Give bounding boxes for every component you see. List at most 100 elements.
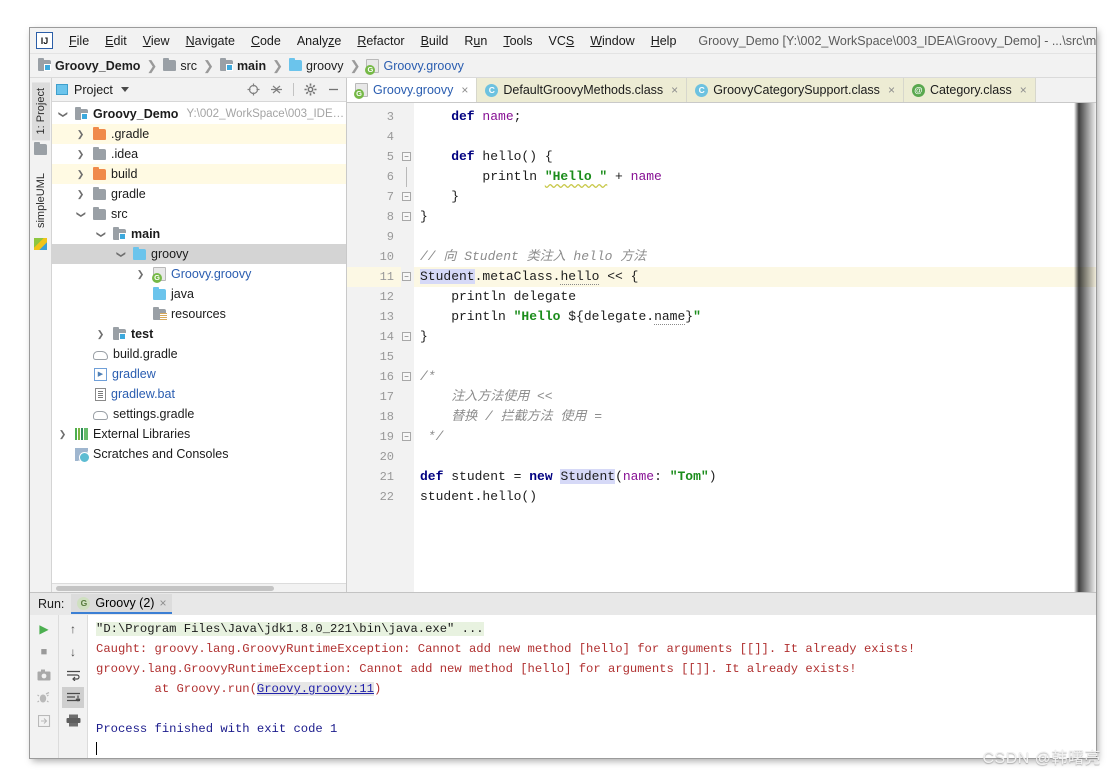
console-caret-line — [96, 739, 1096, 758]
fold-marker[interactable]: − — [401, 267, 414, 287]
tree-row-scratches[interactable]: Scratches and Consoles — [52, 444, 346, 464]
run-console-output[interactable]: "D:\Program Files\Java\jdk1.8.0_221\bin\… — [88, 615, 1096, 758]
tree-row-build[interactable]: build — [52, 164, 346, 184]
locate-icon[interactable] — [245, 81, 262, 98]
menu-item-window[interactable]: Window — [582, 31, 642, 51]
tree-row-dot-gradle[interactable]: .gradle — [52, 124, 346, 144]
fold-marker[interactable]: − — [401, 207, 414, 227]
fold-marker[interactable]: − — [401, 187, 414, 207]
fold-marker[interactable]: − — [401, 427, 414, 447]
code-line: 替换 / 拦截方法 使用 = — [420, 409, 603, 424]
menu-item-file[interactable]: File — [61, 31, 97, 51]
menu-item-vcs[interactable]: VCS — [541, 31, 583, 51]
editor-fold-column[interactable]: − − − − − − − — [401, 103, 414, 592]
groovy-file-icon — [354, 83, 368, 99]
project-tree[interactable]: Groovy_Demo Y:\002_WorkSpace\003_IDE… .g… — [52, 102, 346, 583]
tree-row-groovy-demo[interactable]: Groovy_Demo Y:\002_WorkSpace\003_IDE… — [52, 104, 346, 124]
tree-row-resources[interactable]: resources — [52, 304, 346, 324]
chevron-right-icon[interactable] — [56, 429, 69, 440]
chevron-down-icon[interactable] — [114, 249, 127, 260]
hide-panel-icon[interactable] — [325, 81, 342, 98]
console-stack-link[interactable]: Groovy.groovy:11 — [256, 682, 374, 696]
menu-item-help[interactable]: Help — [643, 31, 685, 51]
tree-row-src[interactable]: src — [52, 204, 346, 224]
tree-label: build.gradle — [113, 347, 178, 361]
fold-marker[interactable]: − — [401, 147, 414, 167]
folder-gray-icon — [93, 206, 106, 220]
menu-item-edit[interactable]: Edit — [97, 31, 135, 51]
fold-marker[interactable]: − — [401, 327, 414, 347]
tree-row-gradle[interactable]: gradle — [52, 184, 346, 204]
chevron-down-icon[interactable] — [74, 209, 87, 220]
editor-tab-category[interactable]: @ Category.class × — [903, 78, 1036, 102]
tree-row-settings-gradle[interactable]: settings.gradle — [52, 404, 346, 424]
tree-row-main[interactable]: main — [52, 224, 346, 244]
editor-tab-groovy-groovy[interactable]: Groovy.groovy × — [347, 78, 478, 102]
breadcrumb-item-groovy[interactable]: groovy — [289, 58, 344, 73]
menu-item-navigate[interactable]: Navigate — [178, 31, 243, 51]
editor-code-content[interactable]: def name; def hello() { println "Hello "… — [414, 103, 1096, 592]
code-line: def name; — [420, 109, 522, 124]
close-icon[interactable]: × — [1020, 83, 1027, 97]
tree-row-java[interactable]: java — [52, 284, 346, 304]
tree-row-external-libraries[interactable]: External Libraries — [52, 424, 346, 444]
editor-tab-groovycategorysupport[interactable]: C GroovyCategorySupport.class × — [687, 78, 904, 102]
menu-item-view[interactable]: View — [135, 31, 178, 51]
tree-row-groovy-file[interactable]: Groovy.groovy — [52, 264, 346, 284]
chevron-right-icon[interactable] — [94, 329, 107, 340]
chevron-right-icon[interactable] — [74, 169, 87, 180]
breadcrumb-separator: ❯ — [203, 57, 214, 73]
tree-row-groovy[interactable]: groovy — [52, 244, 346, 264]
tree-row-gradlew[interactable]: gradlew — [52, 364, 346, 384]
close-icon[interactable]: × — [888, 83, 895, 97]
code-editor[interactable]: 3 4 5 6 7 8 9 10 11 12 13 14 15 16 17 18… — [347, 103, 1096, 592]
chevron-right-icon[interactable] — [74, 189, 87, 200]
print-icon[interactable] — [62, 710, 84, 731]
groovy-file-icon — [365, 58, 380, 75]
menu-item-tools[interactable]: Tools — [495, 31, 540, 51]
run-tab-groovy[interactable]: G Groovy (2) × — [71, 594, 173, 614]
menu-item-build[interactable]: Build — [413, 31, 457, 51]
editor-tab-defaultgroovymethods[interactable]: C DefaultGroovyMethods.class × — [477, 78, 688, 102]
settings-gear-icon[interactable] — [302, 81, 319, 98]
tree-row-test[interactable]: test — [52, 324, 346, 344]
menu-item-run[interactable]: Run — [456, 31, 495, 51]
scroll-to-end-icon[interactable] — [62, 687, 84, 708]
chevron-right-icon[interactable] — [74, 129, 87, 140]
tree-row-gradlew-bat[interactable]: gradlew.bat — [52, 384, 346, 404]
tool-window-tab-project[interactable]: 1: Project — [31, 82, 50, 141]
chevron-right-icon[interactable] — [134, 269, 147, 280]
rerun-icon[interactable]: ▶ — [33, 618, 55, 639]
close-icon[interactable]: × — [671, 83, 678, 97]
close-icon[interactable]: × — [159, 596, 166, 610]
tool-window-tab-simpleuml[interactable]: simpleUML — [32, 167, 50, 234]
up-arrow-icon[interactable]: ↑ — [62, 618, 84, 639]
soft-wrap-icon[interactable] — [62, 664, 84, 685]
menu-item-code[interactable]: Code — [243, 31, 289, 51]
chevron-right-icon[interactable] — [74, 149, 87, 160]
breadcrumb-item-file[interactable]: Groovy.groovy — [365, 58, 464, 75]
menu-item-analyze[interactable]: Analyze — [289, 31, 349, 51]
breadcrumb-item-main[interactable]: main — [219, 58, 266, 73]
source-folder-icon — [113, 226, 126, 240]
chevron-down-icon[interactable] — [94, 229, 107, 240]
tree-row-dot-idea[interactable]: .idea — [52, 144, 346, 164]
export-icon[interactable] — [33, 710, 55, 731]
close-icon[interactable]: × — [461, 83, 468, 97]
down-arrow-icon[interactable]: ↓ — [62, 641, 84, 662]
fold-marker[interactable]: − — [401, 367, 414, 387]
line-number: 4 — [386, 130, 394, 144]
chevron-down-icon[interactable] — [120, 87, 129, 92]
project-horizontal-scrollbar[interactable] — [52, 583, 346, 592]
debug-icon[interactable] — [33, 687, 55, 708]
collapse-all-icon[interactable] — [268, 81, 285, 98]
stop-icon[interactable]: ■ — [33, 641, 55, 662]
chevron-down-icon[interactable] — [56, 109, 69, 120]
tree-row-build-gradle[interactable]: build.gradle — [52, 344, 346, 364]
breadcrumb-item-src[interactable]: src — [163, 58, 197, 73]
screenshot-icon[interactable] — [33, 664, 55, 685]
breadcrumb-label: Groovy.groovy — [383, 58, 464, 73]
breadcrumb-item-project[interactable]: Groovy_Demo — [38, 58, 140, 73]
menu-item-refactor[interactable]: Refactor — [349, 31, 412, 51]
